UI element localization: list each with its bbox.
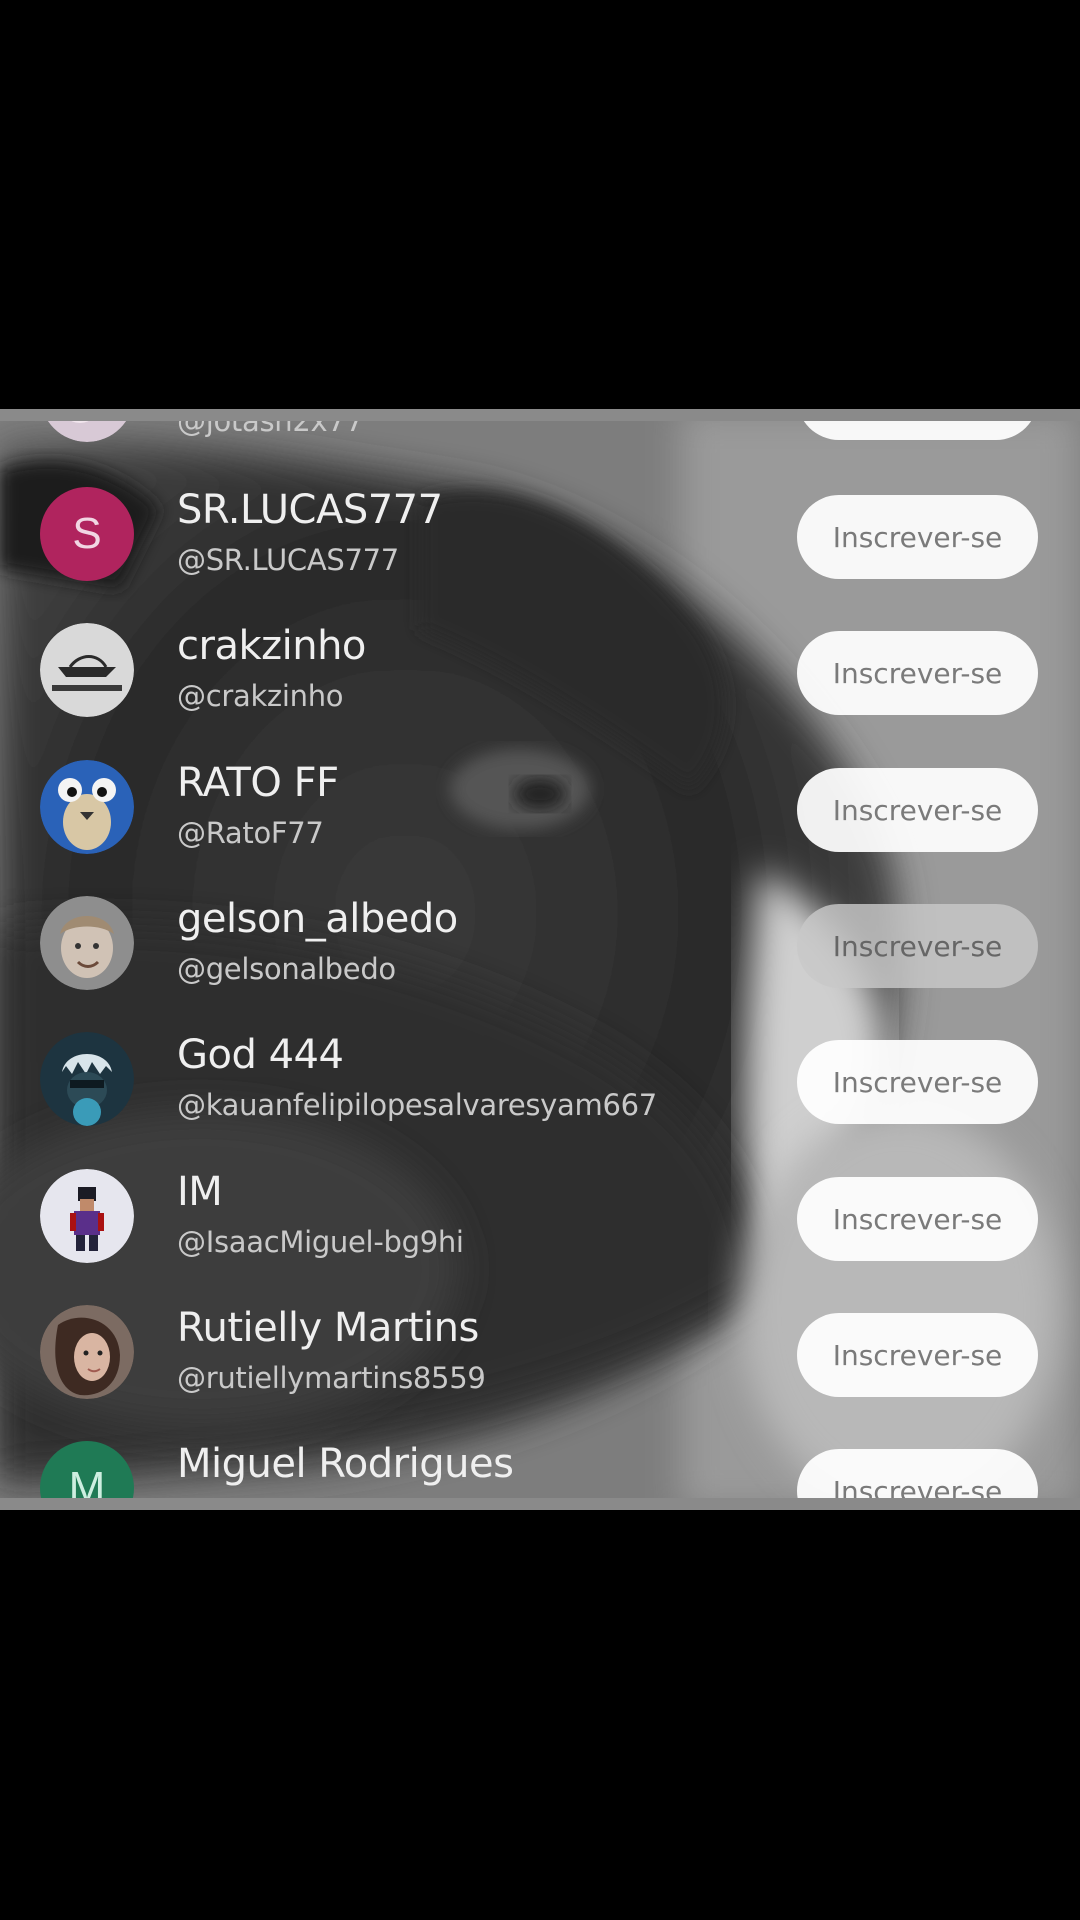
channel-list[interactable]: @jotash2x77 Inscrever-se S SR.LUCAS777 @… (0, 409, 1080, 1510)
pixel-character-icon (40, 1169, 134, 1263)
avatar[interactable] (40, 1169, 134, 1263)
channel-name: IM (177, 1169, 223, 1215)
channel-name: Miguel Rodrigues (177, 1441, 514, 1487)
subscribe-button[interactable]: Inscrever-se (797, 631, 1038, 715)
channel-name: RATO FF (177, 760, 339, 806)
selfie-photo-icon (40, 1305, 134, 1399)
avatar[interactable] (40, 1032, 134, 1126)
subscribe-button[interactable]: Inscrever-se (797, 1040, 1038, 1124)
channel-row[interactable]: Rutielly Martins @rutiellymartins8559 In… (0, 1283, 1080, 1419)
channel-row[interactable]: God 444 @kauanfelipilopesalvaresyam667 I… (0, 1010, 1080, 1146)
frame-top-edge (0, 409, 1080, 421)
channel-name: gelson_albedo (177, 896, 458, 942)
subscribe-button[interactable]: Inscrever-se (797, 1177, 1038, 1261)
child-photo-icon (40, 896, 134, 990)
subscribe-button[interactable]: Inscrever-se (797, 1313, 1038, 1397)
subscribe-button[interactable]: Inscrever-se (797, 495, 1038, 579)
channel-handle: @kauanfelipilopesalvaresyam667 (177, 1088, 657, 1122)
channel-row[interactable]: S SR.LUCAS777 @SR.LUCAS777 Inscrever-se (0, 465, 1080, 601)
avatar-letter: S (72, 509, 102, 558)
channel-row[interactable]: RATO FF @RatoF77 Inscrever-se (0, 738, 1080, 874)
blue-cartoon-icon (40, 760, 134, 854)
subscribe-button[interactable]: Inscrever-se (797, 904, 1038, 988)
anime-character-icon (40, 1032, 134, 1126)
channel-handle: @crakzinho (177, 679, 344, 713)
channel-name: crakzinho (177, 623, 366, 669)
avatar[interactable]: S (40, 487, 134, 581)
channel-handle: @rutiellymartins8559 (177, 1361, 486, 1395)
frame-bottom-edge (0, 1498, 1080, 1510)
channel-row[interactable]: gelson_albedo @gelsonalbedo Inscrever-se (0, 874, 1080, 1010)
avatar[interactable] (40, 1305, 134, 1399)
subscribe-button[interactable]: Inscrever-se (797, 768, 1038, 852)
boat-logo-icon (40, 623, 134, 717)
channel-row[interactable]: M Miguel Rodrigues Inscrever-se (0, 1419, 1080, 1510)
channel-row[interactable]: IM @IsaacMiguel-bg9hi Inscrever-se (0, 1147, 1080, 1283)
channel-name: God 444 (177, 1032, 344, 1078)
avatar[interactable] (40, 623, 134, 717)
video-frame: @jotash2x77 Inscrever-se S SR.LUCAS777 @… (0, 409, 1080, 1510)
avatar[interactable] (40, 760, 134, 854)
channel-handle: @RatoF77 (177, 816, 324, 850)
channel-name: SR.LUCAS777 (177, 487, 443, 533)
channel-row[interactable]: crakzinho @crakzinho Inscrever-se (0, 601, 1080, 737)
avatar[interactable] (40, 896, 134, 990)
channel-handle: @SR.LUCAS777 (177, 543, 399, 577)
channel-handle: @gelsonalbedo (177, 952, 396, 986)
channel-name: Rutielly Martins (177, 1305, 479, 1351)
channel-handle: @IsaacMiguel-bg9hi (177, 1225, 464, 1259)
